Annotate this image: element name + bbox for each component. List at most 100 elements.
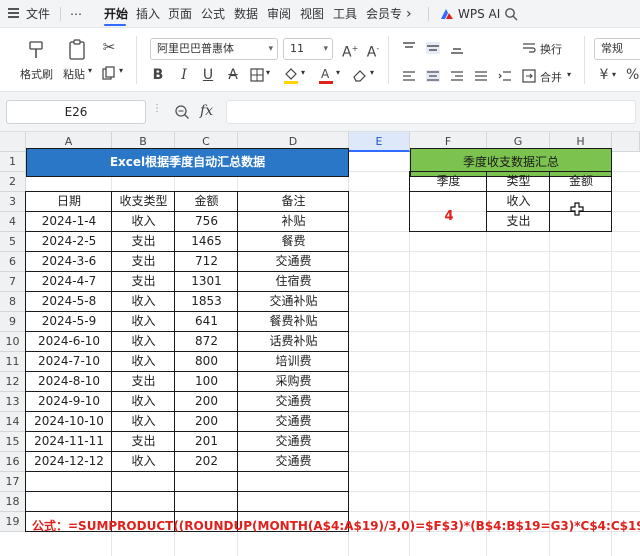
row-header-6[interactable]: 6: [0, 252, 26, 272]
format-painter-icon[interactable]: [26, 40, 48, 60]
sheet-title[interactable]: Excel根据季度自动汇总数据: [26, 148, 349, 177]
bold-button[interactable]: B: [152, 68, 164, 82]
wrap-text-label[interactable]: 换行: [540, 41, 562, 57]
table-cell[interactable]: 2024-12-12: [26, 452, 112, 472]
table-header-cell[interactable]: 收支类型: [112, 192, 175, 212]
align-center-icon[interactable]: [426, 70, 440, 82]
copy-icon[interactable]: [102, 66, 116, 80]
table-cell[interactable]: 交通费: [238, 452, 349, 472]
table-cell[interactable]: 2024-11-11: [26, 432, 112, 452]
table-cell[interactable]: 2024-7-10: [26, 352, 112, 372]
table-cell[interactable]: 支出: [112, 272, 175, 292]
tab-view[interactable]: 视图: [300, 5, 324, 23]
table-cell[interactable]: 收入: [112, 412, 175, 432]
row-header-16[interactable]: 16: [0, 452, 26, 472]
select-all-corner[interactable]: [0, 132, 26, 152]
row-header-15[interactable]: 15: [0, 432, 26, 452]
table-cell[interactable]: 交通费: [238, 412, 349, 432]
chevron-down-icon[interactable]: ▾: [266, 68, 270, 77]
percent-icon[interactable]: %: [626, 68, 639, 82]
table-cell[interactable]: 交通费: [238, 432, 349, 452]
eraser-icon[interactable]: [352, 68, 368, 82]
border-icon[interactable]: [250, 68, 264, 82]
number-format-select[interactable]: 常规: [594, 38, 640, 60]
table-cell[interactable]: 支出: [112, 252, 175, 272]
tab-page[interactable]: 页面: [168, 5, 192, 23]
row-header-7[interactable]: 7: [0, 272, 26, 292]
align-bottom-icon[interactable]: [450, 42, 464, 54]
row-header-9[interactable]: 9: [0, 312, 26, 332]
cut-icon[interactable]: ✂: [100, 40, 118, 55]
table-cell[interactable]: 2024-9-10: [26, 392, 112, 412]
row-header-13[interactable]: 13: [0, 392, 26, 412]
table-cell[interactable]: 收入: [112, 212, 175, 232]
wps-ai-button[interactable]: WPS AI: [458, 5, 500, 23]
tab-formula[interactable]: 公式: [201, 5, 225, 23]
chevron-down-icon[interactable]: ▾: [612, 70, 616, 79]
table-cell[interactable]: 收入: [112, 352, 175, 372]
chevron-down-icon[interactable]: ▾: [119, 66, 123, 75]
row-header-4[interactable]: 4: [0, 212, 26, 232]
paste-icon[interactable]: [67, 39, 89, 61]
table-cell[interactable]: 收入: [112, 312, 175, 332]
table-cell[interactable]: 1465: [175, 232, 238, 252]
italic-button[interactable]: I: [178, 68, 190, 82]
chevron-down-icon[interactable]: ▾: [370, 68, 374, 77]
table-cell[interactable]: 200: [175, 412, 238, 432]
table-cell[interactable]: 2024-10-10: [26, 412, 112, 432]
menu-icon[interactable]: [8, 8, 19, 18]
font-color-icon[interactable]: A: [318, 66, 334, 84]
table-cell[interactable]: 收入: [112, 392, 175, 412]
table-cell[interactable]: 餐费: [238, 232, 349, 252]
summary-header-cell[interactable]: 季度: [410, 172, 487, 192]
table-cell[interactable]: 话费补贴: [238, 332, 349, 352]
table-cell[interactable]: 2024-1-4: [26, 212, 112, 232]
font-size-select[interactable]: 11 ▾: [283, 38, 333, 60]
table-cell[interactable]: 756: [175, 212, 238, 232]
row-header-19[interactable]: 19: [0, 512, 26, 532]
font-grow-icon[interactable]: A+: [342, 42, 358, 60]
align-right-icon[interactable]: [450, 70, 464, 82]
currency-icon[interactable]: ¥: [598, 68, 610, 82]
wrap-text-icon[interactable]: [522, 42, 536, 54]
chevron-down-icon[interactable]: ▾: [567, 70, 571, 79]
align-top-icon[interactable]: [402, 42, 416, 54]
table-cell[interactable]: 收入: [112, 452, 175, 472]
table-cell[interactable]: 201: [175, 432, 238, 452]
table-cell[interactable]: 641: [175, 312, 238, 332]
table-cell[interactable]: 培训费: [238, 352, 349, 372]
formula-note[interactable]: 公式：=SUMPRODUCT((ROUNDUP(MONTH(A$4:A$19)/…: [32, 517, 640, 536]
table-cell[interactable]: 收入: [112, 292, 175, 312]
tab-insert[interactable]: 插入: [136, 5, 160, 23]
spreadsheet-grid[interactable]: ABCDEFGH 1 2 3 4 5 6 7 8 9 10 11 12 13 14 15 16 17 18 19 E…: [0, 132, 640, 556]
chevron-down-icon[interactable]: ▾: [336, 68, 340, 77]
table-cell[interactable]: 2024-8-10: [26, 372, 112, 392]
table-cell[interactable]: 712: [175, 252, 238, 272]
formula-input[interactable]: [226, 100, 636, 124]
table-cell[interactable]: 200: [175, 392, 238, 412]
table-cell[interactable]: 收入: [112, 332, 175, 352]
font-name-select[interactable]: 阿里巴巴普惠体 ▾: [150, 38, 278, 60]
search-icon[interactable]: [504, 7, 518, 21]
distributed-align-icon[interactable]: [474, 70, 488, 82]
table-header-cell[interactable]: 金额: [175, 192, 238, 212]
name-box[interactable]: E26: [6, 100, 146, 124]
tab-data[interactable]: 数据: [234, 5, 258, 23]
align-middle-icon[interactable]: [426, 42, 440, 54]
column-header-e[interactable]: E: [349, 132, 410, 152]
table-cell[interactable]: 交通费: [238, 252, 349, 272]
indent-icon[interactable]: [498, 70, 512, 82]
row-header-18[interactable]: 18: [0, 492, 26, 512]
table-cell[interactable]: 100: [175, 372, 238, 392]
table-cell[interactable]: 1301: [175, 272, 238, 292]
table-cell[interactable]: 202: [175, 452, 238, 472]
table-cell[interactable]: 800: [175, 352, 238, 372]
insert-function-icon[interactable]: fx: [200, 103, 213, 119]
merge-cells-label[interactable]: 合并: [540, 69, 562, 85]
row-header-5[interactable]: 5: [0, 232, 26, 252]
row-header-12[interactable]: 12: [0, 372, 26, 392]
zoom-icon[interactable]: [174, 104, 190, 120]
row-header-2[interactable]: 2: [0, 172, 26, 192]
table-cell[interactable]: 支出: [112, 432, 175, 452]
summary-header-cell[interactable]: 金额: [550, 172, 612, 192]
